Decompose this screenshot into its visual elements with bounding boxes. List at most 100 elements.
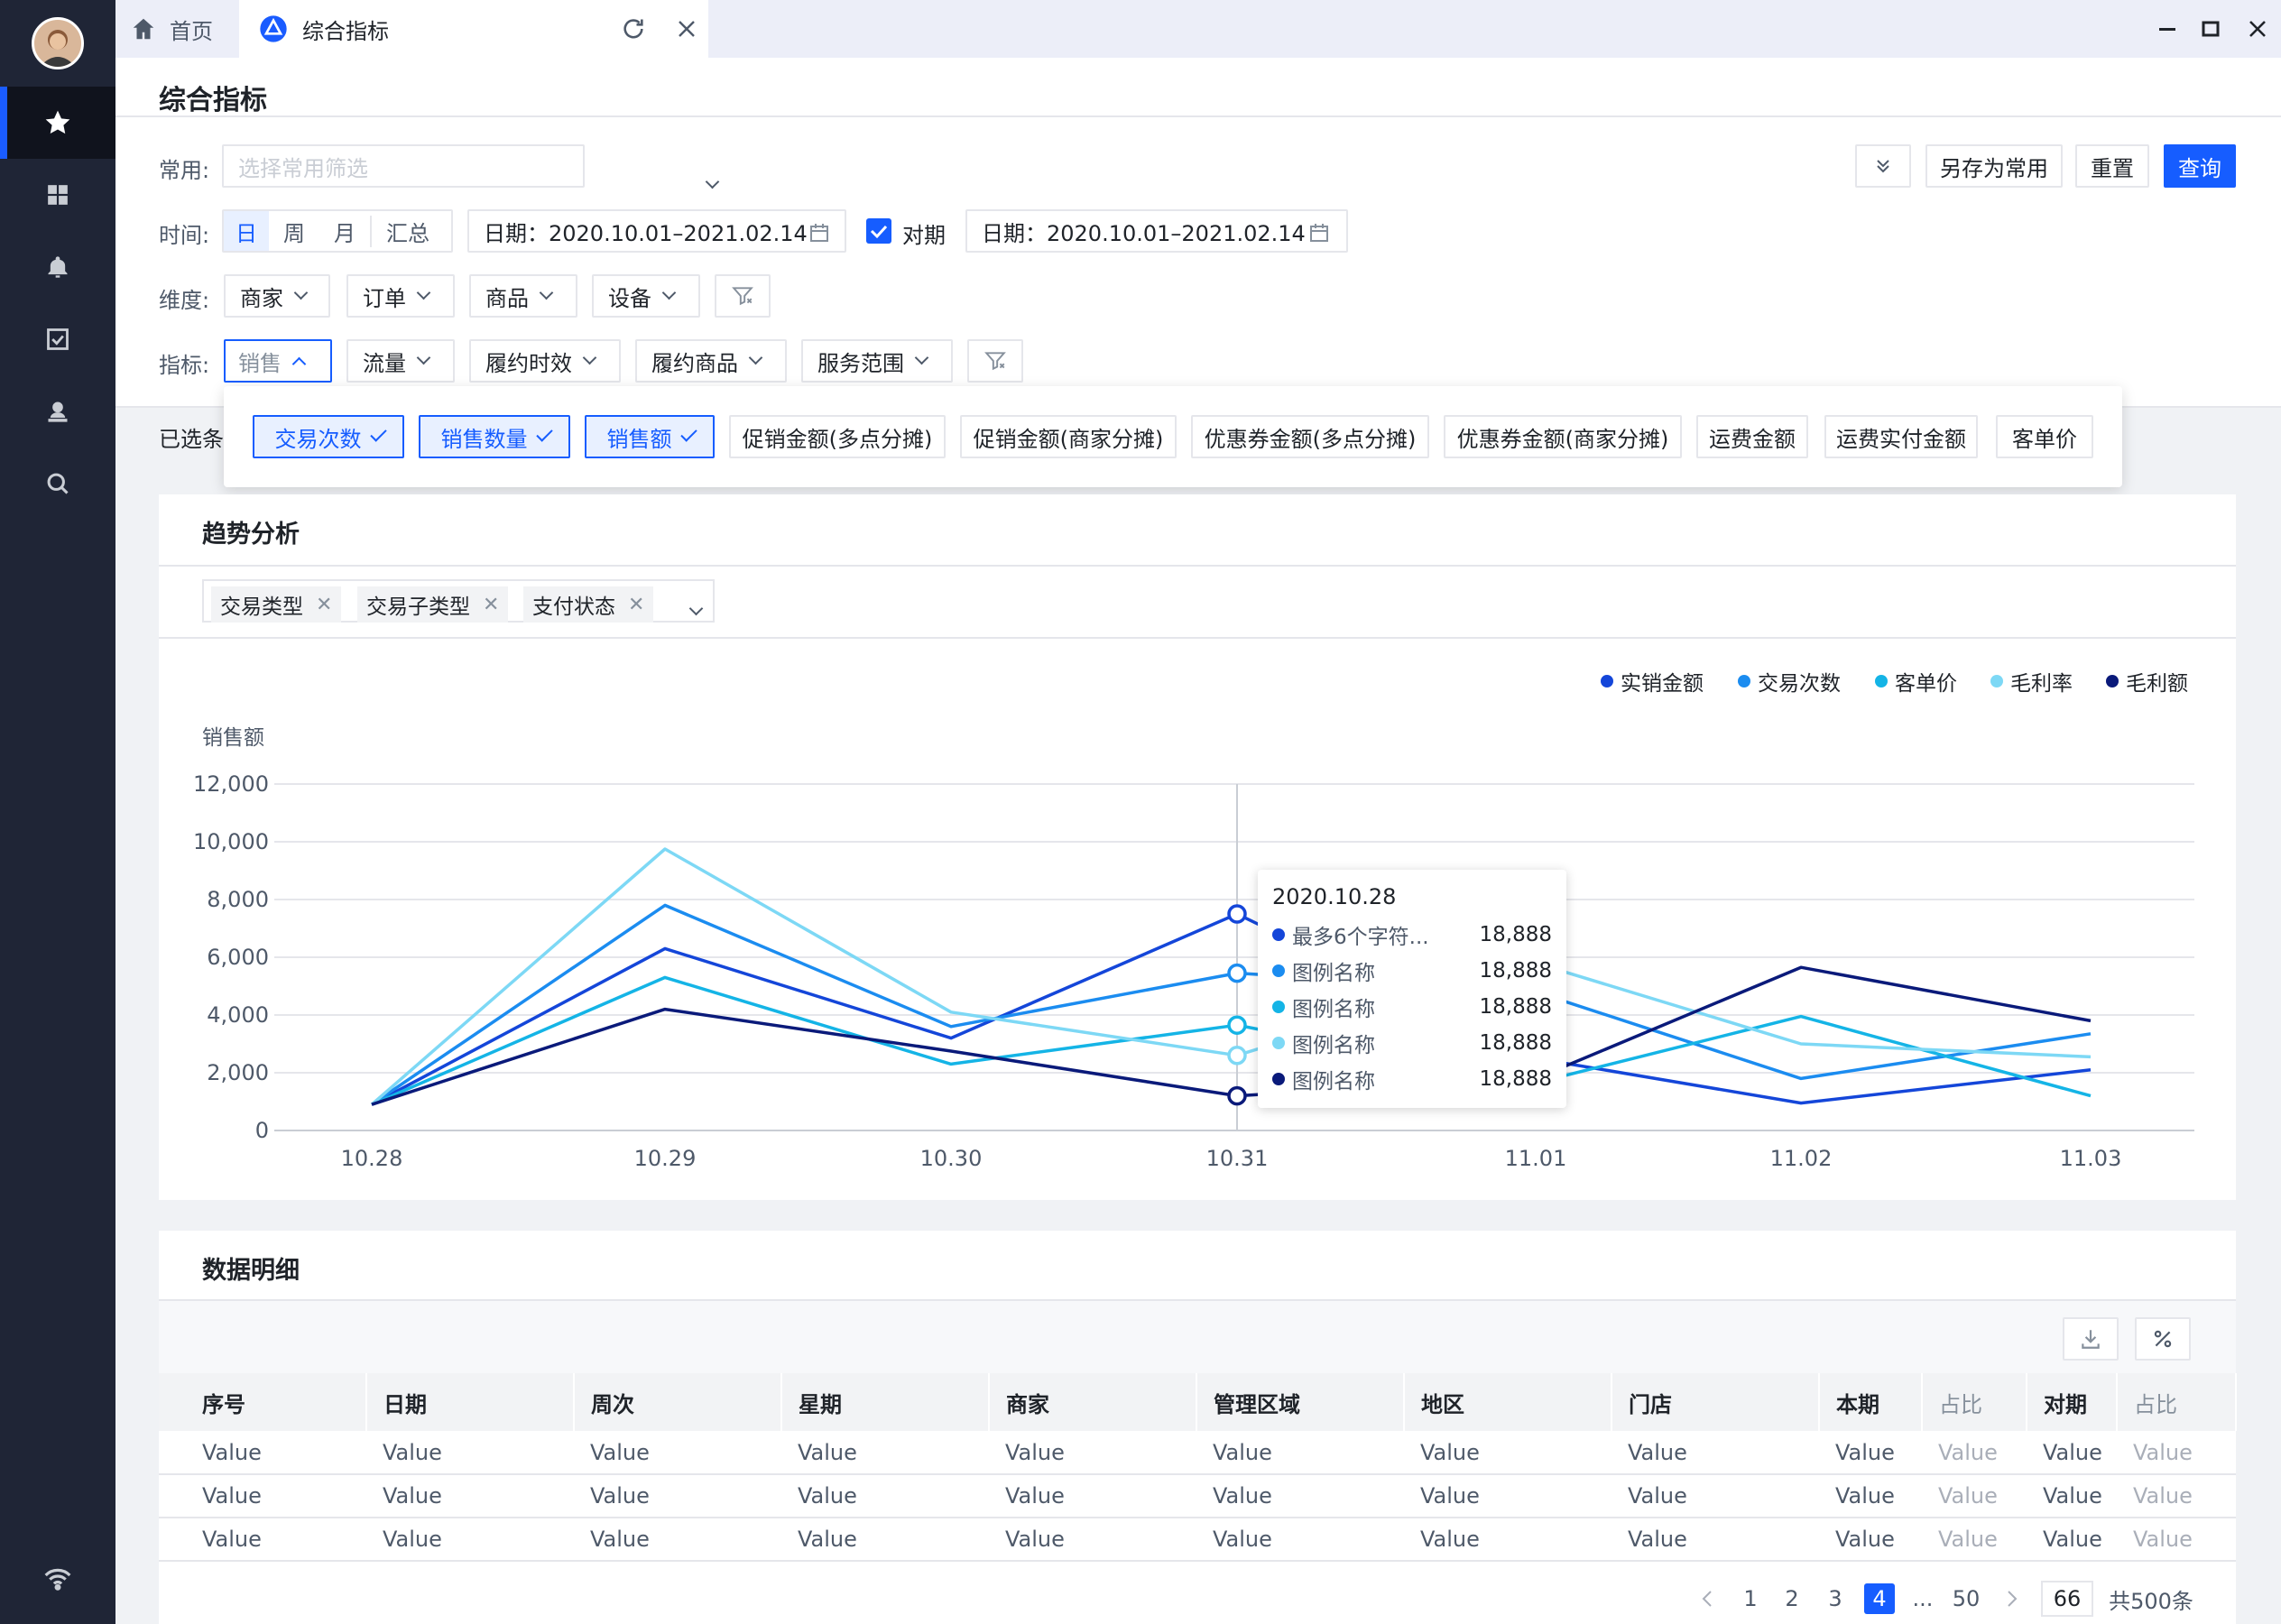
table-cell: Value [366, 1474, 574, 1518]
prev-page-button[interactable] [1695, 1581, 1720, 1617]
table-cell: Value [1922, 1431, 2027, 1475]
download-icon [2082, 1330, 2100, 1349]
column-header[interactable]: 日期 [366, 1373, 575, 1431]
column-header[interactable]: 门店 [1611, 1373, 1820, 1431]
page-button-current[interactable]: 4 [1864, 1583, 1895, 1614]
data-point-marker [1227, 1085, 1247, 1106]
page-jump-input[interactable]: 66 [2041, 1581, 2093, 1617]
series-line [371, 975, 2092, 1106]
data-point-marker [1227, 1015, 1247, 1035]
tooltip-name: 图例名称 [1292, 1034, 1375, 1057]
percent-toggle-button[interactable] [2135, 1317, 2191, 1361]
tooltip-row: 图例名称 18,888 [1272, 1061, 1552, 1097]
table-cell: Value [159, 1474, 366, 1518]
column-header[interactable]: 地区 [1404, 1373, 1612, 1431]
table-cell: Value [1611, 1474, 1819, 1518]
table-cell: Value [2027, 1518, 2117, 1562]
y-tick-label: 12,000 [193, 771, 269, 797]
y-tick-label: 4,000 [207, 1002, 269, 1028]
table-cell: Value [574, 1518, 781, 1562]
table-row[interactable]: Value Value Value Value Value Value Value Value… [159, 1431, 2236, 1475]
table-cell: Value [159, 1431, 366, 1475]
column-header[interactable]: 对期 [2027, 1373, 2118, 1431]
table-cell: Value [989, 1518, 1196, 1562]
series-line [371, 965, 2092, 1106]
tooltip-dot [1272, 1001, 1285, 1013]
table-cell: Value [781, 1431, 989, 1475]
table-cell: Value [781, 1518, 989, 1562]
table-cell: Value [159, 1518, 366, 1562]
x-tick-label: 11.03 [2060, 1146, 2122, 1171]
table-cell: Value [366, 1518, 574, 1562]
column-header[interactable]: 占比 [2117, 1373, 2237, 1431]
column-header[interactable]: 序号 [159, 1373, 367, 1431]
table-cell: Value [989, 1431, 1196, 1475]
table-cell: Value [1922, 1474, 2027, 1518]
tooltip-date: 2020.10.28 [1272, 884, 1397, 909]
tooltip-dot [1272, 928, 1285, 941]
x-tick-label: 10.31 [1206, 1146, 1269, 1171]
column-header[interactable]: 占比 [1922, 1373, 2027, 1431]
table-cell: Value [1819, 1518, 1922, 1562]
table-cell: Value [989, 1474, 1196, 1518]
table-header-row: 序号 日期 周次 星期 商家 管理区域 地区 门店 本期 占比 对期 占比 [159, 1373, 2237, 1431]
table-toolbar [159, 1299, 2236, 1373]
table-cell: Value [1404, 1474, 1611, 1518]
total-count: 共500条 [2109, 1588, 2193, 1614]
series-line [371, 903, 2092, 1106]
tooltip-dot [1272, 1073, 1285, 1085]
column-header[interactable]: 商家 [989, 1373, 1197, 1431]
table-cell: Value [1196, 1431, 1404, 1475]
page-button[interactable]: 1 [1736, 1581, 1765, 1617]
tooltip-row: 图例名称 18,888 [1272, 1025, 1552, 1061]
x-tick-label: 11.02 [1770, 1146, 1833, 1171]
detail-title: 数据明细 [202, 1257, 300, 1285]
tooltip-value: 18,888 [1479, 923, 1552, 946]
tooltip-value: 18,888 [1479, 995, 1552, 1019]
page-button[interactable]: 3 [1821, 1581, 1850, 1617]
chevron-right-icon [2008, 1591, 2018, 1607]
table-cell: Value [2027, 1431, 2117, 1475]
data-point-marker [1227, 904, 1247, 924]
y-tick-label: 10,000 [193, 829, 269, 854]
data-point-marker [1227, 1046, 1247, 1066]
tooltip-name: 图例名称 [1292, 998, 1375, 1021]
download-button[interactable] [2063, 1317, 2119, 1361]
column-header[interactable]: 管理区域 [1196, 1373, 1405, 1431]
percent-icon [2154, 1330, 2172, 1348]
y-tick-label: 6,000 [207, 945, 269, 970]
table-cell: Value [2117, 1474, 2236, 1518]
x-tick-label: 11.01 [1505, 1146, 1567, 1171]
tooltip-value: 18,888 [1479, 1031, 1552, 1055]
column-header[interactable]: 本期 [1819, 1373, 1923, 1431]
chevron-left-icon [1702, 1591, 1712, 1607]
table-cell: Value [2117, 1518, 2236, 1562]
tooltip-value: 18,888 [1479, 1067, 1552, 1091]
y-tick-label: 0 [255, 1118, 269, 1143]
column-header[interactable]: 周次 [574, 1373, 782, 1431]
y-tick-label: 2,000 [207, 1060, 269, 1085]
detail-table: 序号 日期 周次 星期 商家 管理区域 地区 门店 本期 占比 对期 占比 Va… [159, 1373, 2237, 1562]
tooltip-row: 图例名称 18,888 [1272, 953, 1552, 989]
page-button[interactable]: 2 [1778, 1581, 1806, 1617]
tooltip-name: 图例名称 [1292, 1070, 1375, 1093]
table-cell: Value [1404, 1431, 1611, 1475]
table-cell: Value [781, 1474, 989, 1518]
page-button[interactable]: 50 [1947, 1581, 1985, 1617]
table-row[interactable]: Value Value Value Value Value Value Value Value… [159, 1474, 2236, 1518]
table-cell: Value [574, 1431, 781, 1475]
table-cell: Value [1922, 1518, 2027, 1562]
column-header[interactable]: 星期 [781, 1373, 990, 1431]
y-tick-label: 8,000 [207, 887, 269, 912]
table-cell: Value [366, 1431, 574, 1475]
table-cell: Value [2027, 1474, 2117, 1518]
data-point-marker [1227, 963, 1247, 983]
table-cell: Value [2117, 1431, 2236, 1475]
table-cell: Value [1611, 1518, 1819, 1562]
table-row[interactable]: Value Value Value Value Value Value Value Value… [159, 1518, 2236, 1562]
table-cell: Value [1196, 1518, 1404, 1562]
page-ellipsis[interactable]: ... [1906, 1581, 1940, 1617]
next-page-button[interactable] [1999, 1581, 2025, 1617]
tooltip-dot [1272, 964, 1285, 977]
tooltip-row: 最多6个字符... 18,888 [1272, 917, 1552, 953]
